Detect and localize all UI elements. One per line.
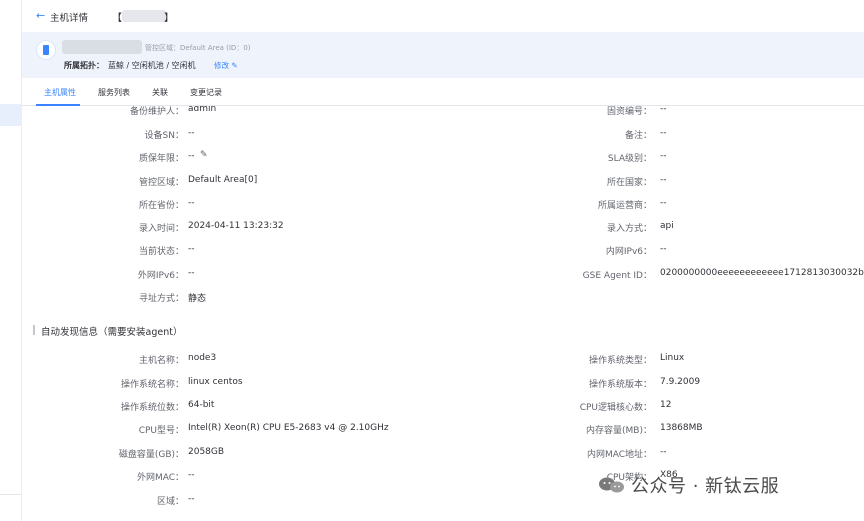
host-icon [36, 40, 56, 60]
attr-label: 录入方式： [606, 224, 652, 234]
attr-label: 所在省份： [138, 201, 184, 211]
attr-label: 所在国家： [606, 178, 652, 188]
attr-value: -- [660, 447, 667, 457]
edit-pencil-icon[interactable]: ✎ [200, 150, 208, 160]
attr-label: 内存容量(MB)： [586, 426, 652, 436]
attr-value: -- [660, 244, 667, 254]
attr-value: 7.9.2009 [660, 377, 701, 387]
attr-value: admin [188, 106, 217, 114]
page-title: 主机详情 [50, 13, 89, 24]
attr-value: 2058GB [188, 447, 225, 457]
attr-label: 管控区域： [138, 178, 184, 188]
attr-label: 操作系统类型： [588, 356, 652, 366]
attr-label: 备注： [624, 131, 652, 141]
attr-label: 外网MAC： [136, 473, 184, 483]
back-arrow-icon[interactable]: ← [36, 9, 45, 22]
redacted-host-ip [122, 10, 166, 22]
attr-value: -- [660, 106, 667, 114]
attr-value: node3 [188, 353, 217, 363]
attr-label: 操作系统位数： [120, 403, 184, 413]
sidenav-active-item[interactable] [0, 104, 22, 126]
attr-label: 固资编号： [606, 107, 652, 117]
attr-value: Linux [660, 353, 685, 363]
attr-label: CPU逻辑核心数： [579, 403, 652, 413]
page-header: ← 主机详情 【 】 [22, 0, 864, 32]
control-area-text: 管控区域：Default Area (ID：0) [145, 44, 251, 52]
sidenav-divider [0, 494, 22, 495]
attr-value: 2024-04-11 13:23:32 [188, 221, 284, 231]
attr-label: 内网IPv6： [605, 247, 652, 257]
attr-label: 区域： [156, 497, 184, 507]
attr-value: 12 [660, 400, 672, 410]
attr-value: Default Area[0] [188, 175, 258, 185]
tab-service-list[interactable]: 服务列表 [98, 87, 130, 98]
attr-label: 操作系统版本： [588, 380, 652, 390]
attr-value: -- [188, 470, 195, 480]
wechat-icon [599, 477, 624, 493]
tab-relations[interactable]: 关联 [152, 87, 168, 98]
attr-value: -- [660, 175, 667, 185]
section-marker [33, 325, 35, 335]
tab-change-log[interactable]: 变更记录 [190, 87, 222, 98]
host-info-card: 管控区域：Default Area (ID：0) 所属拓扑： 蓝鲸 / 空闲机池… [22, 32, 864, 78]
attr-value: 静态 [188, 294, 207, 304]
side-navigation [0, 0, 22, 521]
tab-bar: 主机属性 服务列表 关联 变更记录 [22, 78, 864, 106]
attr-label: 所属运营商： [597, 201, 652, 211]
attr-label: 磁盘容量(GB)： [118, 450, 184, 460]
section-title-auto-discovery: 自动发现信息（需要安装agent） [41, 327, 183, 338]
attr-label: GSE Agent ID： [582, 271, 652, 281]
attr-value: -- [188, 268, 195, 278]
attr-value: linux centos [188, 377, 243, 387]
attr-value: 0200000000eeeeeeeeeeee1712813030032b [660, 268, 864, 278]
title-bracket-close: 】 [164, 13, 174, 24]
attr-label: 寻址方式： [138, 294, 184, 304]
attr-label: 当前状态： [138, 247, 184, 257]
attr-value: -- [188, 494, 195, 504]
topology-label: 所属拓扑： [64, 61, 104, 70]
attr-label: 操作系统名称： [120, 380, 184, 390]
attr-value: 13868MB [660, 423, 703, 433]
attr-value: -- [188, 198, 195, 208]
edit-topology-link[interactable]: 修改 ✎ [214, 60, 238, 71]
attributes-panel: 备份维护人： admin 设备SN： -- 质保年限： -- ✎ 管控区域： D… [22, 106, 864, 521]
attr-label: 质保年限： [138, 154, 184, 164]
attr-value: -- [188, 244, 195, 254]
attr-label: 备份维护人： [129, 107, 184, 117]
attr-label: 设备SN： [144, 131, 184, 141]
attr-label: SLA级别： [607, 154, 652, 164]
attr-value: -- [188, 128, 195, 138]
topology-value: 蓝鲸 / 空闲机池 / 空闲机 [108, 61, 196, 70]
attr-label: 内网MAC地址： [586, 450, 652, 460]
tab-host-attributes[interactable]: 主机属性 [44, 87, 76, 98]
attr-label: CPU型号： [138, 426, 184, 436]
attr-label: 外网IPv6： [137, 271, 184, 281]
attr-value: Intel(R) Xeon(R) CPU E5-2683 v4 @ 2.10GH… [188, 423, 389, 433]
attr-label: 主机名称： [138, 356, 184, 366]
attr-value: -- [660, 198, 667, 208]
attr-value: -- [660, 151, 667, 161]
redacted-host-name [62, 40, 142, 54]
watermark-text: 公众号 · 新钛云服 [631, 476, 780, 497]
attr-value: api [660, 221, 674, 231]
attr-value: 64-bit [188, 400, 215, 410]
attr-label: 录入时间： [138, 224, 184, 234]
attr-value: -- [660, 128, 667, 138]
attr-value: -- [188, 151, 195, 161]
title-bracket-open: 【 [112, 13, 122, 24]
